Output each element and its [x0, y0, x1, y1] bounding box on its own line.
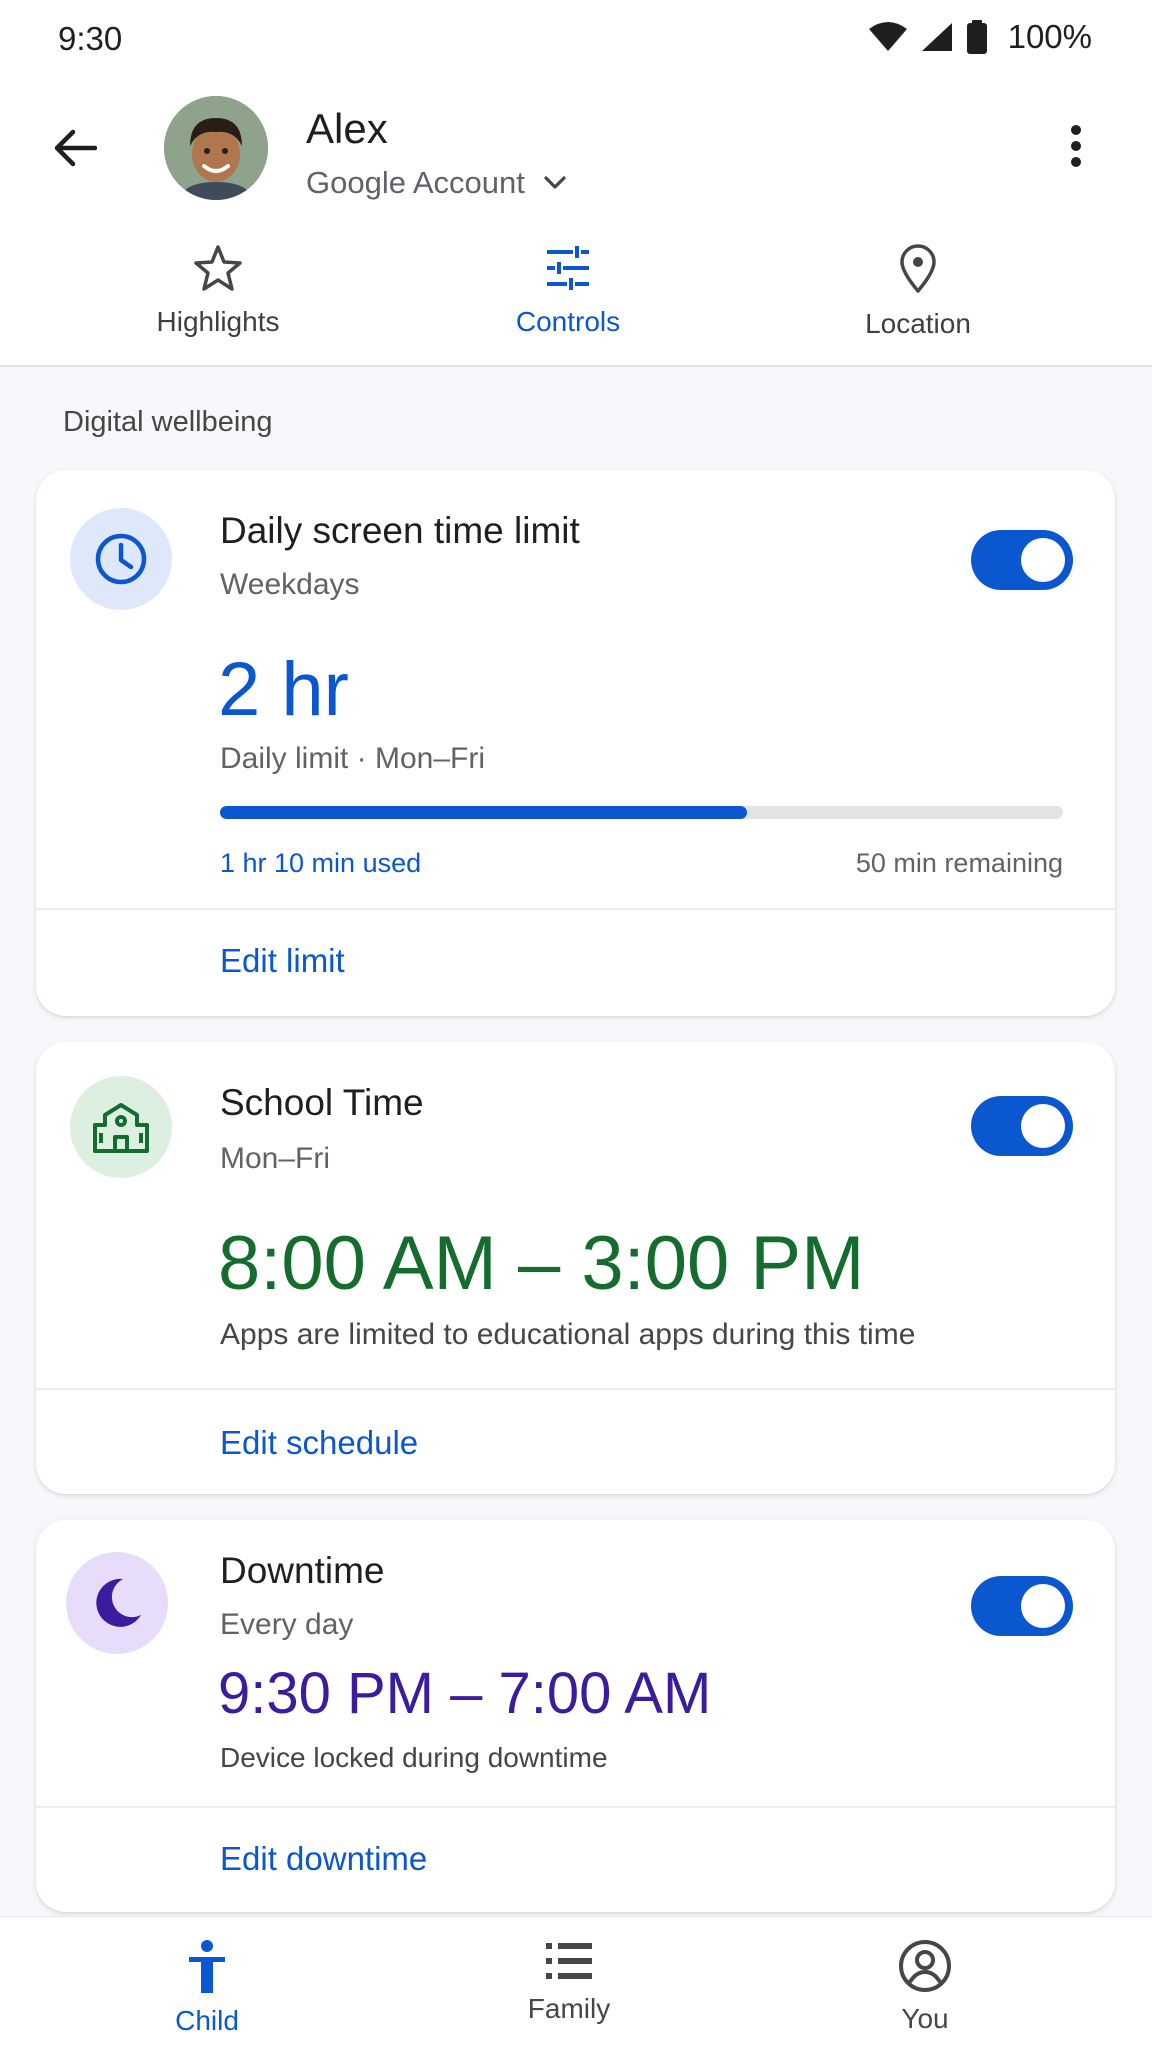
school-icon [93, 1103, 149, 1153]
moon-icon [96, 1578, 141, 1627]
edit-schedule-button[interactable]: Edit schedule [220, 1424, 418, 1462]
arrow-back-icon [54, 129, 97, 167]
edit-downtime-button[interactable]: Edit downtime [220, 1840, 427, 1878]
card-description: Apps are limited to educational apps dur… [220, 1318, 916, 1351]
avatar[interactable] [164, 96, 268, 200]
tab-label: Location [865, 308, 971, 339]
back-button[interactable] [44, 118, 104, 178]
toggle-knob [1021, 1584, 1065, 1628]
nav-label: Family [527, 1993, 611, 2024]
nav-label: Child [175, 2005, 239, 2036]
chevron-down-icon [544, 176, 566, 189]
nav-family[interactable]: Family [449, 1939, 689, 2025]
more-options-button[interactable] [1046, 116, 1106, 176]
edit-limit-button[interactable]: Edit limit [220, 942, 345, 980]
card-subtitle: Every day [220, 1608, 354, 1641]
card-description: Daily limit · Mon–Fri [220, 742, 486, 775]
section-title: Digital wellbeing [63, 406, 273, 438]
time-used: 1 hr 10 min used [220, 848, 422, 878]
downtime-range: 9:30 PM – 7:00 AM [218, 1661, 712, 1726]
card-title: Daily screen time limit [220, 510, 580, 551]
tab-controls[interactable]: Controls [418, 244, 718, 338]
divider [36, 1388, 1115, 1390]
card-subtitle: Mon–Fri [220, 1142, 331, 1175]
account-switcher[interactable]: Google Account [306, 165, 567, 201]
more-vert-icon [1071, 125, 1081, 167]
child-name: Alex [306, 105, 388, 152]
nav-child[interactable]: Child [87, 1939, 327, 2037]
screen-time-toggle[interactable] [971, 530, 1073, 590]
downtime-icon-badge [66, 1552, 168, 1654]
tab-highlights[interactable]: Highlights [68, 244, 368, 338]
screen-time-icon-badge [70, 508, 172, 610]
star-icon [194, 245, 242, 291]
avatar-photo [164, 96, 268, 200]
divider [36, 908, 1115, 910]
downtime-card: Downtime Every day 9:30 PM – 7:00 AM Dev… [36, 1520, 1115, 1912]
toggle-knob [1021, 1104, 1065, 1148]
child-icon [189, 1940, 225, 1993]
list-icon [546, 1943, 592, 1979]
screen-time-limit-value: 2 hr [218, 647, 349, 732]
card-subtitle: Weekdays [220, 568, 360, 601]
wifi-icon [868, 22, 907, 51]
bottom-navigation: Child Family You [0, 1916, 1152, 2048]
tab-location[interactable]: Location [768, 244, 1068, 340]
top-app-area: 9:30 100% Alex Google Account Highlights… [0, 0, 1152, 367]
school-time-card: School Time Mon–Fri 8:00 AM – 3:00 PM Ap… [36, 1042, 1115, 1494]
status-icons: 100% [868, 18, 1092, 56]
screen-time-card: Daily screen time limit Weekdays 2 hr Da… [36, 470, 1115, 1016]
nav-label: You [901, 2003, 949, 2034]
toggle-knob [1021, 538, 1065, 582]
tune-icon [547, 246, 589, 290]
nav-you[interactable]: You [805, 1939, 1045, 2035]
clock-icon [95, 533, 147, 585]
card-title: School Time [220, 1082, 424, 1123]
battery-percent: 100% [1007, 18, 1092, 55]
divider [36, 1806, 1115, 1808]
school-time-toggle[interactable] [971, 1096, 1073, 1156]
signal-icon [921, 23, 952, 51]
account-label: Google Account [306, 165, 525, 200]
card-description: Device locked during downtime [220, 1742, 608, 1773]
status-time: 9:30 [58, 20, 123, 57]
tab-label: Highlights [156, 306, 280, 337]
usage-progress-bar [220, 806, 1063, 819]
account-circle-icon [899, 1940, 951, 1992]
usage-progress-fill [220, 806, 747, 819]
school-time-icon-badge [70, 1076, 172, 1178]
time-remaining: 50 min remaining [855, 848, 1063, 878]
battery-icon [966, 20, 987, 54]
school-time-range: 8:00 AM – 3:00 PM [218, 1221, 865, 1306]
tab-label: Controls [515, 306, 621, 337]
card-title: Downtime [220, 1550, 385, 1591]
downtime-toggle[interactable] [971, 1576, 1073, 1636]
location-pin-icon [900, 244, 936, 293]
